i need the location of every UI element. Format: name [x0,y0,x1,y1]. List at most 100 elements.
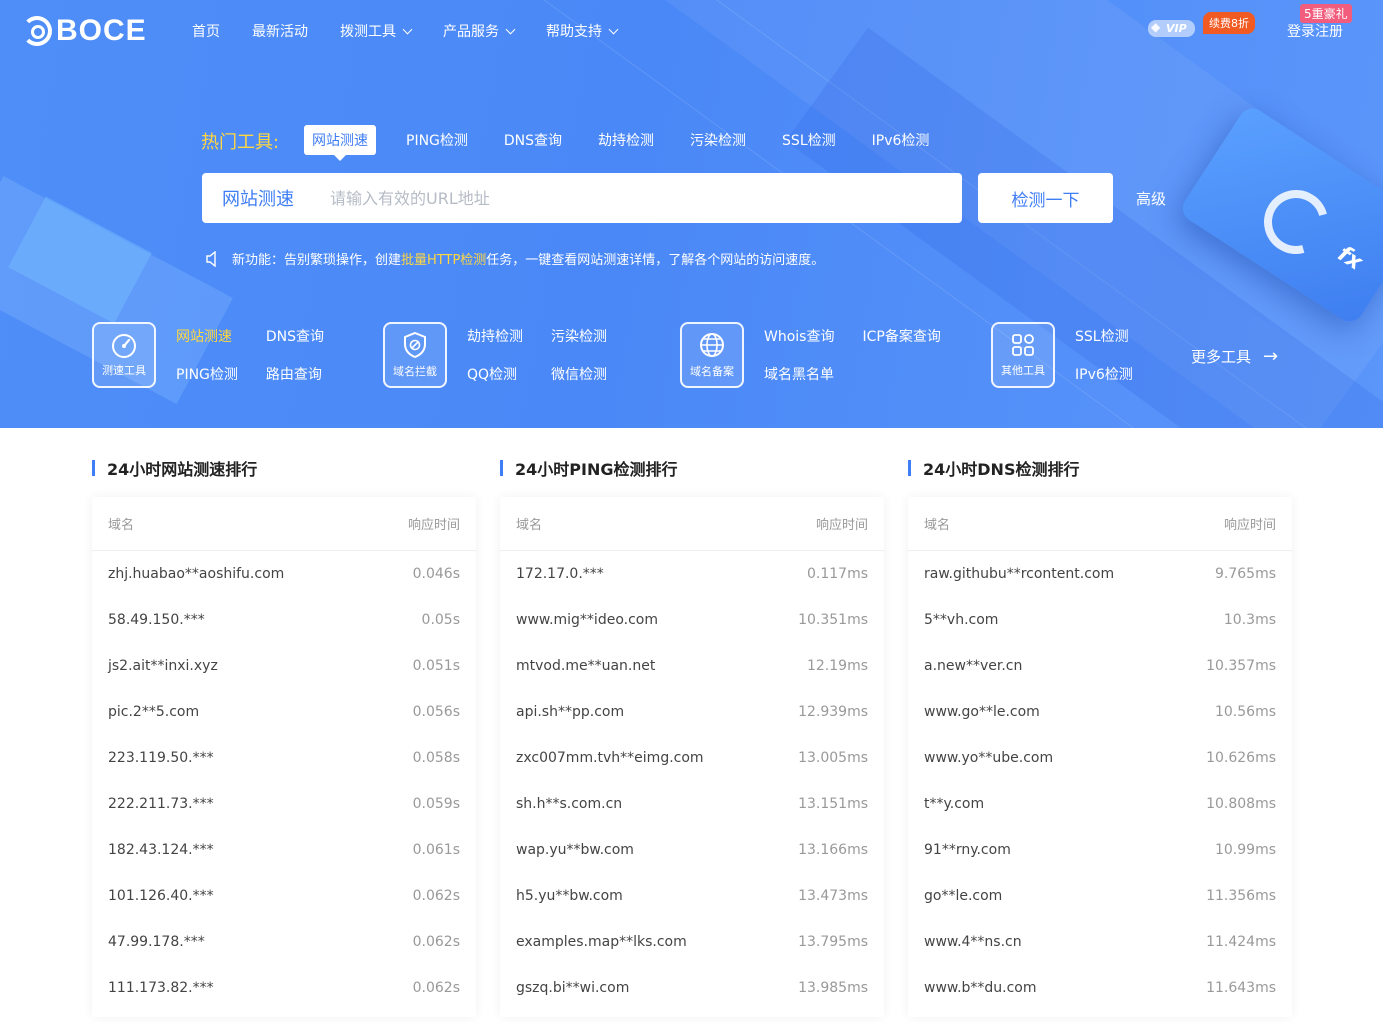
row-response-time: 0.062s [412,980,460,996]
tool-category-intercept[interactable]: 域名拦截 [383,322,447,388]
row-domain: 5**vh.com [924,612,999,628]
ranking-table: 域名 响应时间 172.17.0.*** 0.117ms www.mig**ideo… [500,497,884,1017]
table-row[interactable]: 182.43.124.*** 0.061s [92,827,476,873]
table-row[interactable]: 222.211.73.*** 0.059s [92,781,476,827]
vip-badge: VIP [1148,20,1195,37]
table-row[interactable]: pic.2**5.com 0.056s [92,689,476,735]
vip-link[interactable]: VIP [1148,20,1195,37]
table-row[interactable]: www.b**du.com 11.643ms [908,965,1292,1011]
tab-ipv6[interactable]: IPv6检测 [872,125,930,155]
ranking-ping: 24小时PING检测排行 域名 响应时间 172.17.0.*** 0.117ms… [500,456,884,1017]
table-row[interactable]: examples.map**lks.com 13.795ms [500,919,884,965]
tab-hijack[interactable]: 劫持检测 [598,125,654,155]
tool-link-hijack[interactable]: 劫持检测 [467,326,523,350]
row-domain: 182.43.124.*** [108,842,214,858]
row-domain: h5.yu**bw.com [516,888,623,904]
table-row[interactable]: a.new**ver.cn 10.357ms [908,643,1292,689]
nav-item-help[interactable]: 帮助支持 [546,21,619,41]
nav-item-activities[interactable]: 最新活动 [252,21,308,41]
table-row[interactable]: 47.99.178.*** 0.062s [92,919,476,965]
row-domain: api.sh**pp.com [516,704,625,720]
tool-link-qq[interactable]: QQ检测 [467,364,523,388]
table-row[interactable]: 101.126.40.*** 0.062s [92,873,476,919]
table-row[interactable]: 91**rny.com 10.99ms [908,827,1292,873]
site-logo[interactable]: BOCE [22,14,147,48]
tool-link-dns[interactable]: DNS查询 [266,326,324,350]
table-row[interactable]: js2.ait**inxi.xyz 0.051s [92,643,476,689]
row-response-time: 10.626ms [1206,750,1276,766]
row-domain: 91**rny.com [924,842,1011,858]
nav-item-home[interactable]: 首页 [192,21,220,41]
table-row[interactable]: 223.119.50.*** 0.058s [92,735,476,781]
tab-pollution[interactable]: 污染检测 [690,125,746,155]
column-response-time: 响应时间 [815,518,868,533]
table-row[interactable]: mtvod.me**uan.net 12.19ms [500,643,884,689]
tool-link-ssl[interactable]: SSL检测 [1075,326,1133,350]
table-row[interactable]: 58.49.150.*** 0.05s [92,597,476,643]
tool-group-intercept: 域名拦截 劫持检测 污染检测 QQ检测 微信检测 [383,322,607,388]
table-row[interactable]: raw.githubu**rcontent.com 9.765ms [908,551,1292,597]
table-row[interactable]: www.mig**ideo.com 10.351ms [500,597,884,643]
table-row[interactable]: www.go**le.com 10.56ms [908,689,1292,735]
table-row[interactable]: gszq.bi**wi.com 13.985ms [500,965,884,1011]
table-row[interactable]: h5.yu**bw.com 13.473ms [500,873,884,919]
tool-link-pollution[interactable]: 污染检测 [551,326,607,350]
hot-tools-tabs: 网站测速 PING检测 DNS查询 劫持检测 污染检测 SSL检测 IPv6检测 [304,125,965,161]
nav-item-tools[interactable]: 拨测工具 [340,21,413,41]
tool-category-other[interactable]: 其他工具 [991,322,1055,388]
url-input[interactable] [330,178,962,218]
row-response-time: 0.051s [412,658,460,674]
tool-link-domain-blacklist[interactable]: 域名黑名单 [764,364,834,388]
tool-link-whois[interactable]: Whois查询 [764,326,834,350]
ranking-title: 24小时PING检测排行 [500,456,884,480]
hero-banner: fx BOCE 首页 最新活动 拨测工具 产品服务 帮助支持 VIP 续费8折 … [0,0,1383,428]
tab-dns[interactable]: DNS查询 [504,125,562,155]
row-domain: js2.ait**inxi.xyz [108,658,218,674]
table-row[interactable]: zhj.huabao**aoshifu.com 0.046s [92,551,476,597]
table-row[interactable]: wap.yu**bw.com 13.166ms [500,827,884,873]
nav-item-products[interactable]: 产品服务 [443,21,516,41]
tab-ssl[interactable]: SSL检测 [782,125,836,155]
tool-category-filing[interactable]: 域名备案 [680,322,744,388]
tool-link-route[interactable]: 路由查询 [266,364,324,388]
tab-website-speed[interactable]: 网站测速 [304,125,376,161]
tool-link-ping[interactable]: PING检测 [176,364,238,388]
login-register-link[interactable]: 登录注册 [1287,21,1343,41]
boce-logo-icon [22,16,52,46]
table-row[interactable]: sh.h**s.com.cn 13.151ms [500,781,884,827]
advanced-link[interactable]: 高级 [1136,188,1166,209]
table-row[interactable]: 5**vh.com 10.3ms [908,597,1292,643]
tool-category-speed[interactable]: 测速工具 [92,322,156,388]
row-response-time: 13.166ms [798,842,868,858]
table-body: 172.17.0.*** 0.117ms www.mig**ideo.com 10.3… [500,551,884,1011]
shield-block-icon [404,331,426,359]
tool-link-ipv6[interactable]: IPv6检测 [1075,364,1133,388]
search-type-label: 网站测速 [222,189,294,210]
nav-label: 帮助支持 [546,24,602,40]
notice-highlight-link[interactable]: 批量HTTP检测 [401,249,486,268]
nav-label: 首页 [192,24,220,40]
table-header: 域名 响应时间 [92,497,476,551]
table-row[interactable]: zxc007mm.tvh**eimg.com 13.005ms [500,735,884,781]
row-domain: 47.99.178.*** [108,934,205,950]
table-row[interactable]: 172.17.0.*** 0.117ms [500,551,884,597]
table-row[interactable]: t**y.com 10.808ms [908,781,1292,827]
tool-link-website-speed[interactable]: 网站测速 [176,326,238,350]
table-row[interactable]: go**le.com 11.356ms [908,873,1292,919]
tool-links: 网站测速 DNS查询 PING检测 路由查询 [176,326,324,388]
row-domain: 222.211.73.*** [108,796,214,812]
tool-link-wechat[interactable]: 微信检测 [551,364,607,388]
more-tools-link[interactable]: 更多工具 → [1191,346,1278,367]
detect-button[interactable]: 检测一下 [978,173,1113,223]
row-domain: examples.map**lks.com [516,934,687,950]
tool-links: 劫持检测 污染检测 QQ检测 微信检测 [467,326,607,388]
table-row[interactable]: api.sh**pp.com 12.939ms [500,689,884,735]
row-response-time: 0.059s [412,796,460,812]
vip-discount-badge: 续费8折 [1203,12,1255,34]
table-row[interactable]: 111.173.82.*** 0.062s [92,965,476,1011]
tab-ping[interactable]: PING检测 [406,125,468,155]
table-row[interactable]: www.yo**ube.com 10.626ms [908,735,1292,781]
table-body: zhj.huabao**aoshifu.com 0.046s 58.49.150.*… [92,551,476,1011]
table-row[interactable]: www.4**ns.cn 11.424ms [908,919,1292,965]
tool-link-icp[interactable]: ICP备案查询 [862,326,940,350]
